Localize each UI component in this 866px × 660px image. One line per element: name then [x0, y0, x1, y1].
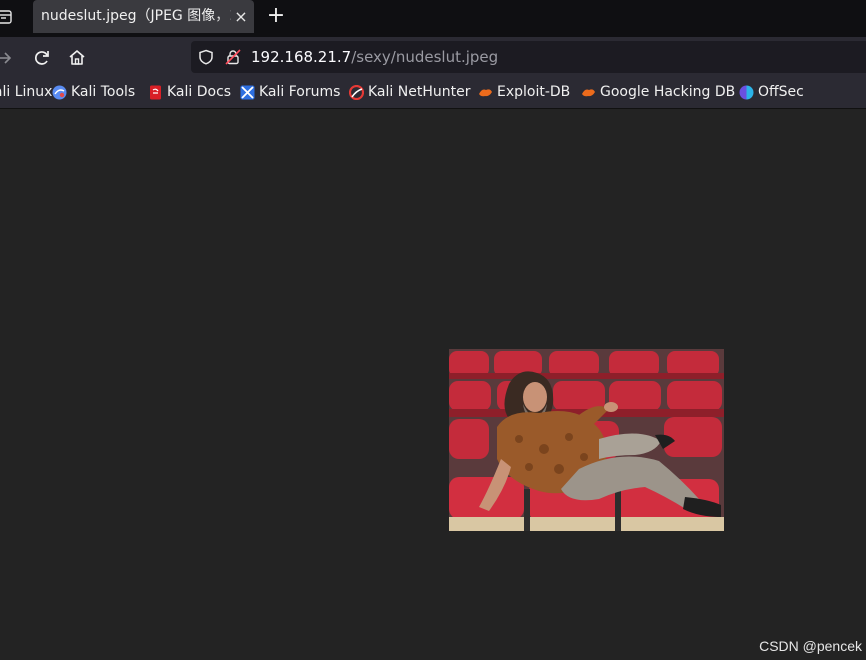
watermark: CSDN @pencek [759, 638, 862, 654]
navigation-bar: 192.168.21.7/sexy/nudeslut.jpeg [0, 37, 866, 79]
tab-active[interactable]: nudeslut.jpeg（JPEG 图像，275 × 182 像素） × [33, 0, 254, 33]
insecure-lock-icon[interactable] [225, 49, 241, 65]
reload-icon[interactable] [32, 48, 52, 68]
home-icon[interactable] [67, 48, 87, 68]
url-text[interactable]: 192.168.21.7/sexy/nudeslut.jpeg [251, 41, 498, 73]
bookmark-label: Kali Tools [71, 84, 136, 100]
offsec-icon [739, 85, 754, 100]
forward-icon[interactable] [0, 48, 14, 68]
tab-list-icon[interactable] [0, 9, 16, 25]
bookmark-label: Kali NetHunter [368, 84, 471, 100]
displayed-image[interactable] [449, 349, 724, 531]
kali-forums-icon [240, 85, 255, 100]
image-viewer: CSDN @pencek [0, 109, 866, 660]
kali-docs-icon [150, 85, 161, 100]
bookmark-label: Kali Linux [0, 84, 53, 100]
bookmark-label: OffSec [758, 84, 804, 100]
browser-window: nudeslut.jpeg（JPEG 图像，275 × 182 像素） × + [0, 0, 866, 660]
kali-tools-icon [52, 85, 67, 100]
bookmark-label: Kali Forums [259, 84, 341, 100]
new-tab-button[interactable]: + [266, 4, 286, 28]
kali-nethunter-icon [349, 85, 364, 100]
google-hacking-db-icon [582, 89, 595, 97]
bookmark-label: Exploit-DB [497, 84, 571, 100]
bookmark-label: Kali Docs [167, 84, 232, 100]
bookmark-label: Google Hacking DB [600, 84, 736, 100]
tab-title: nudeslut.jpeg（JPEG 图像，275 × 182 像素） [41, 8, 231, 24]
photo-seated-man-in-auditorium [449, 349, 724, 531]
shield-icon[interactable] [198, 49, 214, 65]
bookmarks-toolbar: Kali Linux Kali Tools Kali Docs Kali For… [0, 79, 866, 109]
tab-strip: nudeslut.jpeg（JPEG 图像，275 × 182 像素） × + [0, 0, 866, 37]
url-path: /sexy/nudeslut.jpeg [351, 48, 499, 66]
exploit-db-icon [479, 89, 492, 97]
url-bar[interactable]: 192.168.21.7/sexy/nudeslut.jpeg [191, 41, 866, 73]
url-host: 192.168.21.7 [251, 48, 352, 66]
close-icon[interactable]: × [233, 0, 249, 33]
